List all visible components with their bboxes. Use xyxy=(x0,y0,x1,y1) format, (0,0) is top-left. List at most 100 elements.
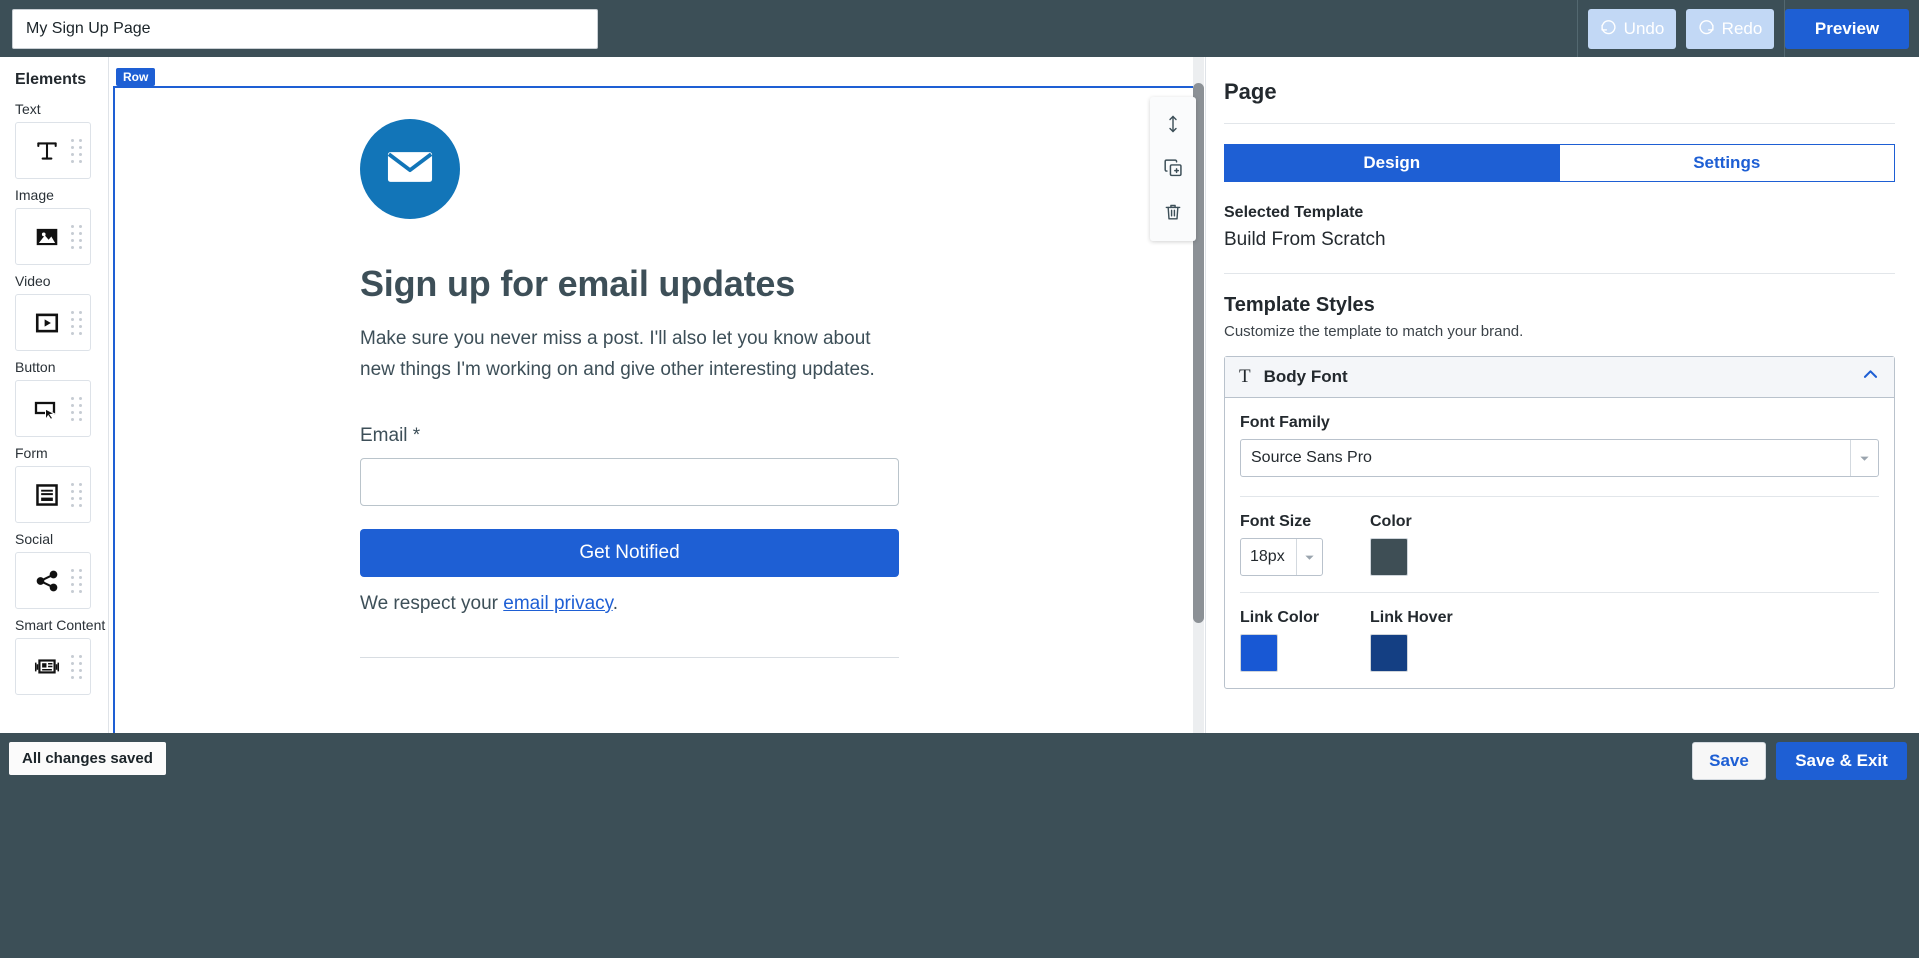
color-label: Color xyxy=(1370,513,1412,530)
chevron-down-icon xyxy=(1296,539,1322,575)
form-divider xyxy=(360,657,899,658)
save-button[interactable]: Save xyxy=(1692,742,1766,780)
drag-handle[interactable] xyxy=(71,137,85,165)
element-group-smart-content: Smart Content xyxy=(0,617,108,695)
element-group-text: Text xyxy=(0,101,108,179)
form-heading: Sign up for email updates xyxy=(360,263,796,304)
body-font-accordion-header[interactable]: T Body Font xyxy=(1225,357,1894,398)
drag-handle[interactable] xyxy=(71,309,85,337)
privacy-note: We respect your email privacy. xyxy=(360,593,900,615)
element-label-social: Social xyxy=(15,531,54,547)
tab-settings[interactable]: Settings xyxy=(1559,144,1895,182)
sidebar-item-image[interactable] xyxy=(15,208,91,265)
link-hover-swatch[interactable] xyxy=(1370,634,1408,672)
body-font-title: Body Font xyxy=(1263,367,1348,386)
template-styles-heading: Template Styles xyxy=(1224,294,1375,316)
font-size-select[interactable]: 18px xyxy=(1240,538,1323,576)
sidebar-item-form[interactable] xyxy=(15,466,91,523)
sidebar-item-video[interactable] xyxy=(15,294,91,351)
drag-handle[interactable] xyxy=(71,395,85,423)
body-font-accordion-body: Font Family Source Sans Pro Font Size 18… xyxy=(1225,398,1894,672)
body-color-swatch[interactable] xyxy=(1370,538,1408,576)
panel-divider xyxy=(1224,123,1895,124)
button-cursor-icon xyxy=(16,396,71,422)
signup-form-block: Sign up for email updates Make sure you … xyxy=(360,119,900,658)
drag-handle[interactable] xyxy=(71,653,85,681)
duplicate-icon xyxy=(1163,157,1184,182)
drag-handle[interactable] xyxy=(71,481,85,509)
image-picture-icon xyxy=(16,224,71,250)
font-size-value: 18px xyxy=(1250,548,1285,565)
bottom-action-bar: All changes saved Save Save & Exit xyxy=(0,733,1919,958)
panel-title: Page xyxy=(1224,79,1277,104)
trash-icon xyxy=(1163,201,1183,226)
element-group-form: Form xyxy=(0,445,108,523)
chevron-down-icon xyxy=(1850,440,1878,476)
social-share-icon xyxy=(16,568,71,594)
font-family-select[interactable]: Source Sans Pro xyxy=(1240,439,1879,477)
link-colors-row: Link Color Link Hover xyxy=(1240,609,1879,672)
page-canvas[interactable]: Row Sign up for email updates Make sure … xyxy=(110,57,1204,733)
accordion-divider-2 xyxy=(1240,592,1879,593)
element-label-button: Button xyxy=(15,359,56,375)
undo-label: Undo xyxy=(1623,18,1665,38)
save-and-exit-button[interactable]: Save & Exit xyxy=(1776,742,1907,780)
element-group-video: Video xyxy=(0,273,108,351)
link-color-swatch[interactable] xyxy=(1240,634,1278,672)
privacy-suffix: . xyxy=(612,593,619,614)
element-label-text: Text xyxy=(15,101,41,117)
link-color-label: Link Color xyxy=(1240,609,1320,626)
redo-button[interactable]: Redo xyxy=(1686,8,1774,49)
sidebar-item-button[interactable] xyxy=(15,380,91,437)
text-t-icon xyxy=(16,138,71,164)
element-group-image: Image xyxy=(0,187,108,265)
element-label-image: Image xyxy=(15,187,54,203)
element-group-button: Button xyxy=(0,359,108,437)
bottom-buttons: Save Save & Exit xyxy=(1692,742,1907,780)
font-size-color-row: Font Size 18px Color xyxy=(1240,513,1879,576)
top-toolbar: Undo Redo Preview xyxy=(0,0,1919,57)
element-label-form: Form xyxy=(15,445,48,461)
redo-label: Redo xyxy=(1721,18,1763,38)
sidebar-item-smart-content[interactable] xyxy=(15,638,91,695)
selected-template-label: Selected Template xyxy=(1224,204,1364,221)
duplicate-row-button[interactable] xyxy=(1153,147,1193,191)
tab-design[interactable]: Design xyxy=(1224,144,1560,182)
move-row-button[interactable] xyxy=(1153,103,1193,147)
envelope-badge xyxy=(360,119,460,219)
row-badge: Row xyxy=(116,68,156,86)
sidebar-item-text[interactable] xyxy=(15,122,91,179)
page-settings-panel: Page Design Settings Selected Template B… xyxy=(1205,57,1919,733)
body-font-accordion: T Body Font Font Family Source Sans Pro … xyxy=(1224,356,1895,689)
sidebar-item-social[interactable] xyxy=(15,552,91,609)
undo-arrow-icon xyxy=(1600,20,1617,37)
page-title-input[interactable] xyxy=(12,8,598,49)
font-size-group: Font Size 18px xyxy=(1240,513,1340,576)
form-lines-icon xyxy=(16,482,71,508)
undo-button[interactable]: Undo xyxy=(1588,8,1676,49)
drag-handle[interactable] xyxy=(71,223,85,251)
undo-redo-group: Undo Redo xyxy=(1578,0,1784,57)
link-hover-label: Link Hover xyxy=(1370,609,1453,626)
drag-handle[interactable] xyxy=(71,567,85,595)
move-vertical-icon xyxy=(1163,112,1183,139)
delete-row-button[interactable] xyxy=(1153,191,1193,235)
privacy-prefix: We respect your xyxy=(360,593,504,614)
email-field-label: Email * xyxy=(360,425,421,446)
sidebar-heading: Elements xyxy=(15,71,87,88)
preview-button[interactable]: Preview xyxy=(1785,8,1909,49)
redo-arrow-icon xyxy=(1698,20,1715,37)
smart-content-icon xyxy=(16,654,71,680)
font-family-value: Source Sans Pro xyxy=(1251,449,1372,466)
email-privacy-link[interactable]: email privacy xyxy=(503,593,612,614)
get-notified-button[interactable]: Get Notified xyxy=(360,529,899,577)
body-color-group: Color xyxy=(1370,513,1470,576)
email-input[interactable] xyxy=(360,458,899,506)
link-hover-group: Link Hover xyxy=(1370,609,1470,672)
elements-sidebar: Elements Text Image Video Button Form So… xyxy=(0,57,109,733)
panel-tabs: Design Settings xyxy=(1224,144,1895,182)
element-label-smart-content: Smart Content xyxy=(15,617,106,633)
row-toolbar xyxy=(1150,97,1196,241)
font-size-label: Font Size xyxy=(1240,513,1312,530)
template-styles-description: Customize the template to match your bra… xyxy=(1224,323,1524,340)
